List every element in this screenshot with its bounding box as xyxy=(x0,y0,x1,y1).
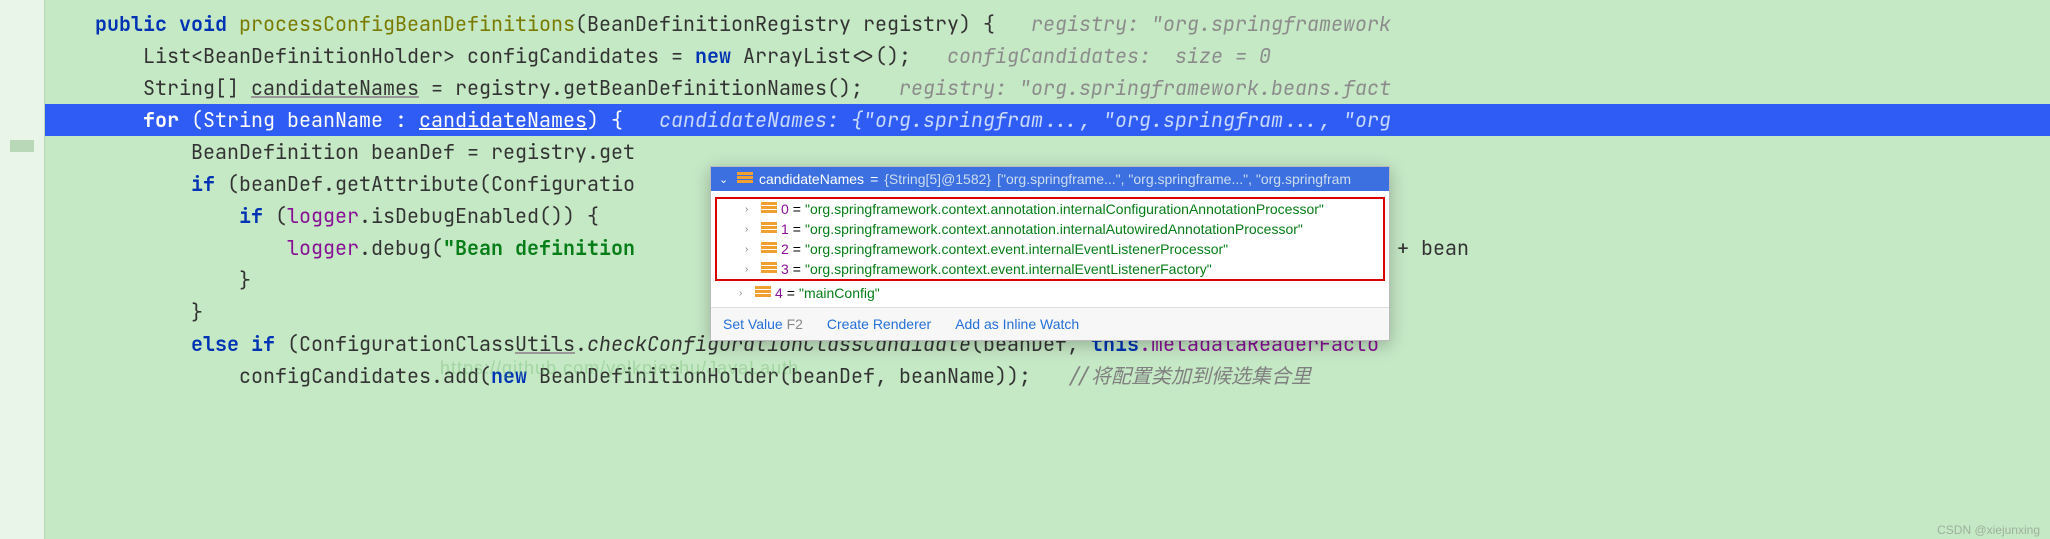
highlight-box: › 0 = "org.springframework.context.annot… xyxy=(715,197,1385,281)
array-element-row[interactable]: › 0 = "org.springframework.context.annot… xyxy=(717,199,1383,219)
shortcut-hint: F2 xyxy=(787,316,803,332)
keyword: public void xyxy=(95,11,239,37)
array-icon xyxy=(761,222,777,236)
array-index: 3 xyxy=(781,261,789,277)
array-value: "org.springframework.context.event.inter… xyxy=(805,261,1212,277)
array-value: "org.springframework.context.annotation.… xyxy=(805,221,1303,237)
add-inline-watch-link[interactable]: Add as Inline Watch xyxy=(955,316,1079,332)
chevron-right-icon[interactable]: › xyxy=(745,224,757,235)
chevron-right-icon[interactable]: › xyxy=(739,288,751,299)
array-index: 0 xyxy=(781,201,789,217)
keyword: new xyxy=(695,43,731,69)
create-renderer-link[interactable]: Create Renderer xyxy=(827,316,931,332)
popup-body: › 0 = "org.springframework.context.annot… xyxy=(711,191,1389,307)
array-value: "org.springframework.context.annotation.… xyxy=(805,201,1324,217)
popup-header[interactable]: ⌄ candidateNames = {String[5]@1582} ["or… xyxy=(711,167,1389,191)
array-index: 4 xyxy=(775,285,783,301)
code-line: configCandidates.add(new BeanDefinitionH… xyxy=(0,360,2050,392)
inline-hint: registry: "org.springframework xyxy=(995,11,1391,37)
code-line: String[] candidateNames = registry.getBe… xyxy=(0,72,2050,104)
set-value-link[interactable]: Set Value F2 xyxy=(723,316,803,332)
code-line: List<BeanDefinitionHolder> configCandida… xyxy=(0,40,2050,72)
array-value: "mainConfig" xyxy=(799,285,880,301)
variable[interactable]: candidateNames xyxy=(419,107,587,133)
array-element-row[interactable]: › 3 = "org.springframework.context.event… xyxy=(717,259,1383,279)
watermark-author: CSDN @xiejunxing xyxy=(1937,523,2040,537)
code-line: public void processConfigBeanDefinitions… xyxy=(0,8,2050,40)
editor-gutter xyxy=(0,0,45,539)
inline-hint: registry: "org.springframework.beans.fac… xyxy=(863,75,1391,101)
field: logger xyxy=(287,235,359,261)
array-value: "org.springframework.context.event.inter… xyxy=(805,241,1228,257)
variable: candidateNames xyxy=(251,75,419,101)
array-index: 2 xyxy=(781,241,789,257)
code-line: BeanDefinition beanDef = registry.get xyxy=(0,136,2050,168)
array-icon xyxy=(755,286,771,300)
method-name: processConfigBeanDefinitions xyxy=(239,11,575,37)
params: (BeanDefinitionRegistry registry) { xyxy=(575,11,995,37)
inline-hint: configCandidates: size = 0 xyxy=(911,43,1271,69)
string-literal: "Bean definition xyxy=(443,235,635,261)
inline-hint: candidateNames: {"org.springfram..., "or… xyxy=(623,107,1391,133)
array-index: 1 xyxy=(781,221,789,237)
chevron-right-icon[interactable]: › xyxy=(745,264,757,275)
chevron-right-icon[interactable]: › xyxy=(745,204,757,215)
variable-preview: ["org.springframe...", "org.springframe.… xyxy=(997,171,1351,187)
array-icon xyxy=(737,172,753,186)
keyword: if xyxy=(239,203,263,229)
variable-name: candidateNames xyxy=(759,171,864,187)
array-icon xyxy=(761,262,777,276)
array-element-row[interactable]: › 2 = "org.springframework.context.event… xyxy=(717,239,1383,259)
execution-line: for (String beanName : candidateNames) {… xyxy=(0,104,2050,136)
field: logger xyxy=(287,203,359,229)
variable-type: {String[5]@1582} xyxy=(884,171,991,187)
keyword: if xyxy=(191,171,215,197)
keyword: else if xyxy=(191,331,275,357)
chevron-right-icon[interactable]: › xyxy=(745,244,757,255)
popup-footer: Set Value F2 Create Renderer Add as Inli… xyxy=(711,307,1389,340)
array-element-row[interactable]: › 1 = "org.springframework.context.annot… xyxy=(717,219,1383,239)
keyword: for xyxy=(143,107,179,133)
gutter-marker xyxy=(10,140,34,152)
debug-variable-popup[interactable]: ⌄ candidateNames = {String[5]@1582} ["or… xyxy=(710,166,1390,341)
keyword: new xyxy=(491,363,527,389)
comment: //将配置类加到候选集合里 xyxy=(1031,363,1311,389)
array-icon xyxy=(761,202,777,216)
array-icon xyxy=(761,242,777,256)
array-element-row[interactable]: › 4 = "mainConfig" xyxy=(711,283,1389,303)
chevron-down-icon[interactable]: ⌄ xyxy=(719,173,731,186)
